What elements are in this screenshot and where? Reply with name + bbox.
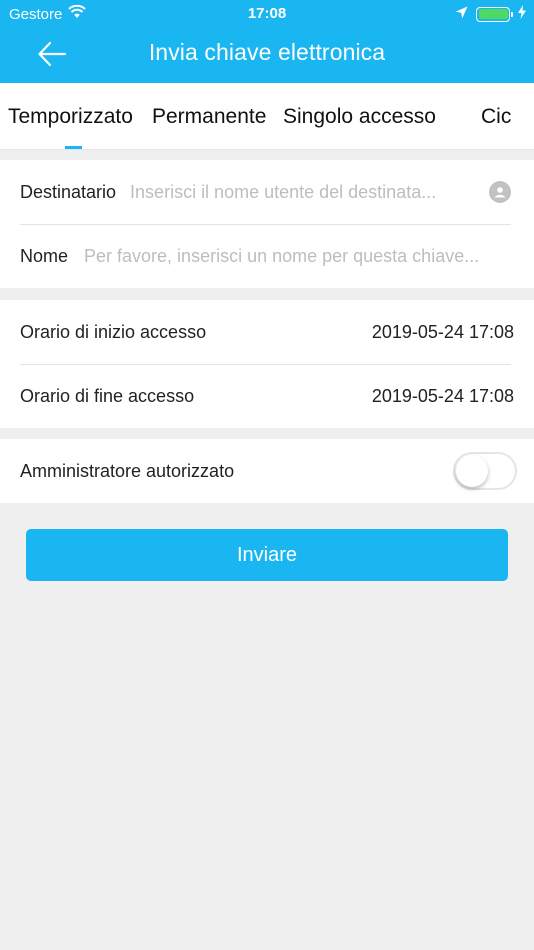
end-time-row[interactable]: Orario di fine accesso 2019-05-24 17:08	[0, 364, 534, 428]
send-button[interactable]: Inviare	[26, 529, 508, 581]
status-time: 17:08	[247, 5, 287, 22]
battery-icon	[476, 6, 513, 22]
status-bar: Gestore 17:08	[0, 0, 534, 28]
start-time-value: 2019-05-24 17:08	[371, 321, 514, 342]
name-label: Nome	[20, 245, 69, 266]
contact-icon[interactable]	[489, 181, 511, 203]
name-input[interactable]	[84, 245, 514, 267]
tab-selected-indicator	[65, 146, 82, 149]
status-right	[455, 5, 526, 23]
header: Gestore 17:08 Invia chiave elettronica	[0, 0, 534, 83]
start-time-label: Orario di inizio accesso	[20, 321, 207, 342]
admin-group: Amministratore autorizzato	[0, 439, 534, 503]
end-time-label: Orario di fine accesso	[20, 385, 195, 406]
tab-singolo-accesso[interactable]: Singolo accesso	[283, 105, 436, 129]
charging-bolt-icon	[518, 5, 526, 23]
toggle-knob	[456, 455, 488, 487]
tab-temporizzato[interactable]: Temporizzato	[8, 105, 133, 129]
end-time-value: 2019-05-24 17:08	[371, 385, 514, 406]
recipient-row: Destinatario	[0, 160, 534, 224]
name-row: Nome	[0, 224, 534, 288]
recipient-group: Destinatario Nome	[0, 160, 534, 288]
tab-permanente[interactable]: Permanente	[152, 105, 266, 129]
key-type-tabs: Temporizzato Permanente Singolo accesso …	[0, 83, 534, 150]
battery-fill	[478, 9, 508, 19]
admin-toggle[interactable]	[453, 452, 517, 490]
access-time-group: Orario di inizio accesso 2019-05-24 17:0…	[0, 300, 534, 428]
recipient-input[interactable]	[130, 181, 479, 203]
page-title: Invia chiave elettronica	[148, 39, 386, 65]
tab-ciclico[interactable]: Cic	[481, 105, 511, 129]
start-time-row[interactable]: Orario di inizio accesso 2019-05-24 17:0…	[0, 300, 534, 364]
recipient-label: Destinatario	[20, 181, 117, 202]
admin-row: Amministratore autorizzato	[0, 439, 534, 503]
location-arrow-icon	[455, 6, 468, 23]
admin-label: Amministratore autorizzato	[20, 460, 235, 481]
